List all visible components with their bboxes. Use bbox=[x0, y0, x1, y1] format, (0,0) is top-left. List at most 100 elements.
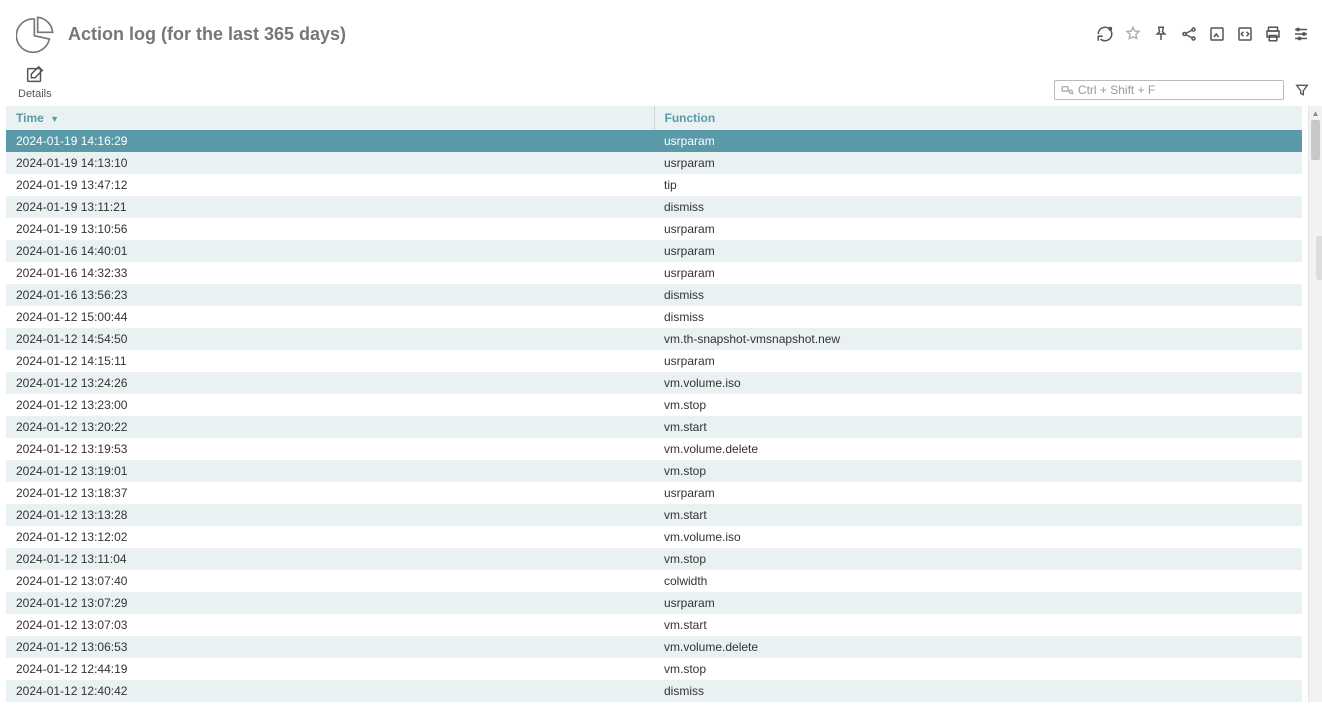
table-row[interactable]: 2024-01-19 13:11:21dismiss bbox=[6, 196, 1302, 218]
cell-function: vm.stop bbox=[654, 548, 1302, 570]
table-row[interactable]: 2024-01-12 13:07:40colwidth bbox=[6, 570, 1302, 592]
pin-icon[interactable] bbox=[1152, 25, 1170, 43]
side-collapse-handle[interactable] bbox=[1316, 236, 1322, 280]
table-row[interactable]: 2024-01-16 14:40:01usrparam bbox=[6, 240, 1302, 262]
table-row[interactable]: 2024-01-12 13:19:01vm.stop bbox=[6, 460, 1302, 482]
table-row[interactable]: 2024-01-12 13:07:03vm.start bbox=[6, 614, 1302, 636]
table-row[interactable]: 2024-01-12 13:18:37usrparam bbox=[6, 482, 1302, 504]
cell-time: 2024-01-12 13:13:28 bbox=[6, 504, 654, 526]
cell-function: vm.start bbox=[654, 614, 1302, 636]
col-function-label: Function bbox=[665, 111, 716, 125]
cell-time: 2024-01-12 13:18:37 bbox=[6, 482, 654, 504]
refresh-icon[interactable] bbox=[1096, 25, 1114, 43]
cell-time: 2024-01-19 13:11:21 bbox=[6, 196, 654, 218]
table-wrap: Time ▼ Function 2024-01-19 14:16:29usrpa… bbox=[0, 106, 1322, 702]
table-row[interactable]: 2024-01-19 13:10:56usrparam bbox=[6, 218, 1302, 240]
star-outline-icon[interactable] bbox=[1124, 25, 1142, 43]
table-row[interactable]: 2024-01-12 12:44:19vm.stop bbox=[6, 658, 1302, 680]
table-row[interactable]: 2024-01-12 13:07:29usrparam bbox=[6, 592, 1302, 614]
table-row[interactable]: 2024-01-12 13:23:00vm.stop bbox=[6, 394, 1302, 416]
cell-function: vm.start bbox=[654, 504, 1302, 526]
table-row[interactable]: 2024-01-19 13:47:12tip bbox=[6, 174, 1302, 196]
cell-function: usrparam bbox=[654, 482, 1302, 504]
scrollbar[interactable]: ▲ bbox=[1308, 106, 1322, 702]
action-log-table: Time ▼ Function 2024-01-19 14:16:29usrpa… bbox=[6, 106, 1302, 702]
share-icon[interactable] bbox=[1180, 25, 1198, 43]
table-row[interactable]: 2024-01-12 13:24:26vm.volume.iso bbox=[6, 372, 1302, 394]
table-header-row: Time ▼ Function bbox=[6, 106, 1302, 130]
cell-time: 2024-01-12 13:20:22 bbox=[6, 416, 654, 438]
cell-time: 2024-01-19 14:13:10 bbox=[6, 152, 654, 174]
cell-function: vm.stop bbox=[654, 658, 1302, 680]
table-row[interactable]: 2024-01-12 14:15:11usrparam bbox=[6, 350, 1302, 372]
cell-function: tip bbox=[654, 174, 1302, 196]
cell-function: vm.volume.iso bbox=[654, 526, 1302, 548]
search-input[interactable] bbox=[1078, 83, 1277, 97]
cell-function: usrparam bbox=[654, 218, 1302, 240]
cell-function: dismiss bbox=[654, 306, 1302, 328]
cell-time: 2024-01-12 13:23:00 bbox=[6, 394, 654, 416]
cell-function: usrparam bbox=[654, 152, 1302, 174]
cell-function: vm.volume.delete bbox=[654, 438, 1302, 460]
scroll-thumb[interactable] bbox=[1311, 120, 1320, 160]
search-box[interactable] bbox=[1054, 80, 1284, 100]
table-row[interactable]: 2024-01-19 14:13:10usrparam bbox=[6, 152, 1302, 174]
edit-icon bbox=[24, 64, 46, 86]
cell-time: 2024-01-19 13:10:56 bbox=[6, 218, 654, 240]
table-row[interactable]: 2024-01-16 14:32:33usrparam bbox=[6, 262, 1302, 284]
filter-icon[interactable] bbox=[1294, 82, 1310, 98]
toolbar-right bbox=[1054, 80, 1310, 100]
cell-time: 2024-01-12 13:11:04 bbox=[6, 548, 654, 570]
cell-time: 2024-01-12 12:40:42 bbox=[6, 680, 654, 702]
top-actions bbox=[1096, 25, 1310, 43]
sort-desc-icon: ▼ bbox=[50, 114, 59, 124]
cell-function: usrparam bbox=[654, 592, 1302, 614]
table-body: 2024-01-19 14:16:29usrparam2024-01-19 14… bbox=[6, 130, 1302, 702]
scroll-up-icon[interactable]: ▲ bbox=[1309, 106, 1322, 120]
table-row[interactable]: 2024-01-19 14:16:29usrparam bbox=[6, 130, 1302, 152]
table-row[interactable]: 2024-01-12 13:13:28vm.start bbox=[6, 504, 1302, 526]
table-row[interactable]: 2024-01-12 13:11:04vm.stop bbox=[6, 548, 1302, 570]
cell-function: usrparam bbox=[654, 350, 1302, 372]
table-row[interactable]: 2024-01-12 15:00:44dismiss bbox=[6, 306, 1302, 328]
cell-time: 2024-01-12 13:07:03 bbox=[6, 614, 654, 636]
cell-function: vm.start bbox=[654, 416, 1302, 438]
cell-function: usrparam bbox=[654, 240, 1302, 262]
table-row[interactable]: 2024-01-12 13:19:53vm.volume.delete bbox=[6, 438, 1302, 460]
details-button[interactable]: Details bbox=[18, 64, 52, 100]
cell-time: 2024-01-12 13:19:01 bbox=[6, 460, 654, 482]
export-code-icon[interactable] bbox=[1236, 25, 1254, 43]
cell-time: 2024-01-12 12:44:19 bbox=[6, 658, 654, 680]
cell-time: 2024-01-19 13:47:12 bbox=[6, 174, 654, 196]
col-function-header[interactable]: Function bbox=[654, 106, 1302, 130]
cell-time: 2024-01-16 13:56:23 bbox=[6, 284, 654, 306]
cell-function: vm.stop bbox=[654, 394, 1302, 416]
table-row[interactable]: 2024-01-12 14:54:50vm.th-snapshot-vmsnap… bbox=[6, 328, 1302, 350]
toolbar-left: Details bbox=[18, 64, 52, 100]
cell-function: dismiss bbox=[654, 284, 1302, 306]
cell-time: 2024-01-12 13:19:53 bbox=[6, 438, 654, 460]
table-row[interactable]: 2024-01-12 12:40:42dismiss bbox=[6, 680, 1302, 702]
export-csv-icon[interactable] bbox=[1208, 25, 1226, 43]
table-row[interactable]: 2024-01-12 13:20:22vm.start bbox=[6, 416, 1302, 438]
cell-function: colwidth bbox=[654, 570, 1302, 592]
table-row[interactable]: 2024-01-16 13:56:23dismiss bbox=[6, 284, 1302, 306]
cell-time: 2024-01-12 15:00:44 bbox=[6, 306, 654, 328]
details-label: Details bbox=[18, 88, 52, 100]
cell-time: 2024-01-16 14:40:01 bbox=[6, 240, 654, 262]
table-row[interactable]: 2024-01-12 13:12:02vm.volume.iso bbox=[6, 526, 1302, 548]
col-time-label: Time bbox=[16, 111, 44, 125]
cell-time: 2024-01-12 13:06:53 bbox=[6, 636, 654, 658]
cell-time: 2024-01-19 14:16:29 bbox=[6, 130, 654, 152]
cell-time: 2024-01-12 13:24:26 bbox=[6, 372, 654, 394]
cell-time: 2024-01-12 13:07:29 bbox=[6, 592, 654, 614]
table-row[interactable]: 2024-01-12 13:06:53vm.volume.delete bbox=[6, 636, 1302, 658]
cell-time: 2024-01-12 14:54:50 bbox=[6, 328, 654, 350]
print-icon[interactable] bbox=[1264, 25, 1282, 43]
col-time-header[interactable]: Time ▼ bbox=[6, 106, 654, 130]
page-title: Action log (for the last 365 days) bbox=[68, 24, 346, 45]
title-wrap: Action log (for the last 365 days) bbox=[16, 14, 346, 54]
cell-time: 2024-01-12 14:15:11 bbox=[6, 350, 654, 372]
settings-sliders-icon[interactable] bbox=[1292, 25, 1310, 43]
cell-time: 2024-01-12 13:12:02 bbox=[6, 526, 654, 548]
